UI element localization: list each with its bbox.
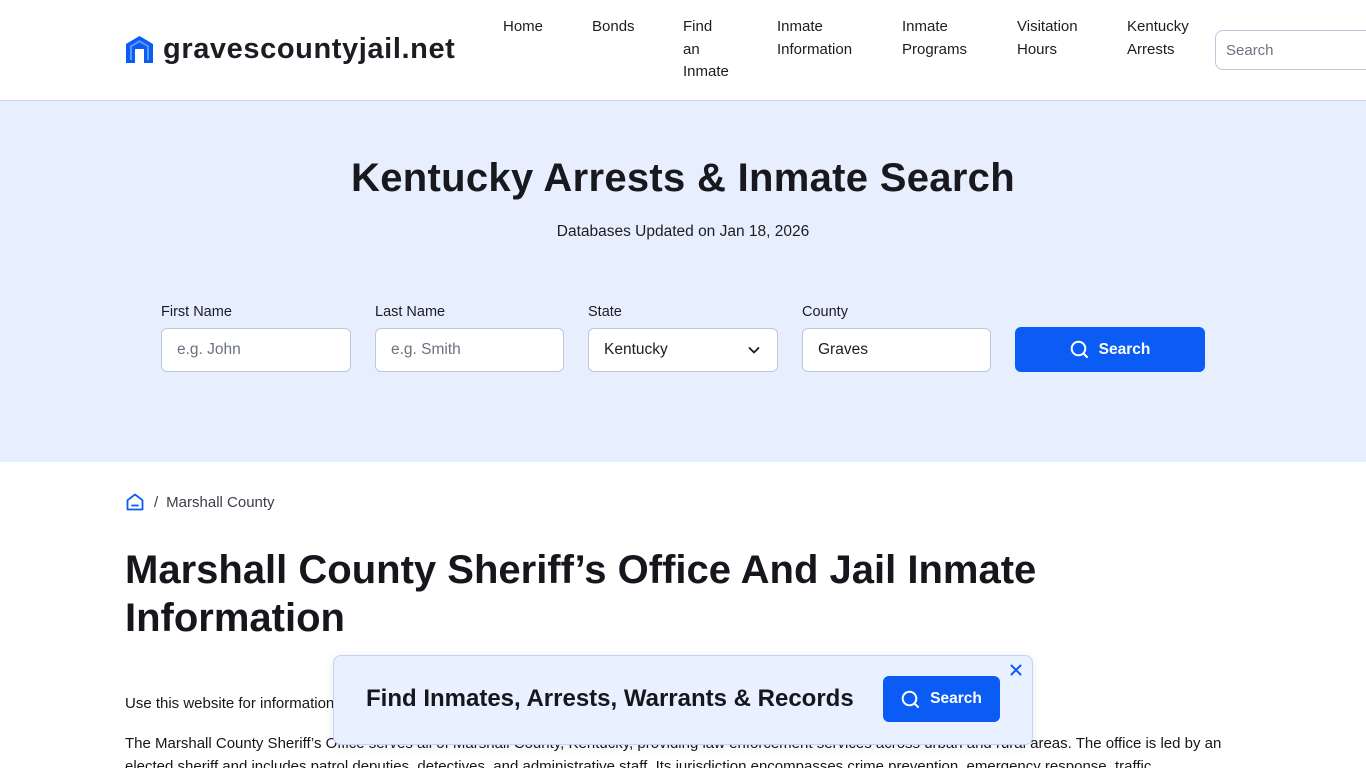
site-logo[interactable]: gravescountyjail.net — [124, 33, 455, 66]
popup-title: Find Inmates, Arrests, Warrants & Record… — [366, 685, 854, 712]
nav-home[interactable]: Home — [503, 16, 563, 39]
records-search-popup: Find Inmates, Arrests, Warrants & Record… — [333, 655, 1033, 745]
county-value: Graves — [818, 341, 868, 358]
logo-house-icon — [126, 36, 153, 63]
chevron-down-icon — [748, 347, 760, 354]
database-updated-text: Databases Updated on Jan 18, 2026 — [556, 223, 810, 240]
home-icon[interactable] — [125, 492, 145, 512]
nav-inmate-information[interactable]: Inmate Information — [777, 16, 873, 61]
state-label: State — [588, 304, 622, 320]
logo-text: gravescountyjail.net — [163, 33, 456, 65]
nav-inmate-programs[interactable]: Inmate Programs — [902, 16, 988, 61]
popup-search-button-label: Search — [930, 690, 982, 707]
county-input[interactable]: Graves — [802, 328, 991, 372]
search-icon — [901, 690, 920, 708]
page-title: Marshall County Sheriff’s Office And Jai… — [125, 548, 1037, 640]
nav-kentucky-arrests[interactable]: Kentucky Arrests — [1127, 16, 1205, 61]
site-header: gravescountyjail.net Home Bonds Find an … — [0, 0, 1366, 101]
nav-find-an-inmate[interactable]: Find an Inmate — [683, 16, 733, 84]
nav-bonds[interactable]: Bonds — [592, 16, 652, 39]
hero-search-section: Kentucky Arrests & Inmate Search Databas… — [0, 101, 1366, 462]
last-name-input[interactable] — [375, 328, 564, 372]
breadcrumb-current: Marshall County — [166, 493, 275, 511]
hero-title: Kentucky Arrests & Inmate Search — [351, 156, 1015, 200]
state-selected-value: Kentucky — [604, 341, 668, 358]
nav-visitation-hours[interactable]: Visitation Hours — [1017, 16, 1099, 61]
close-icon[interactable] — [1006, 660, 1026, 680]
state-select[interactable]: Kentucky — [588, 328, 778, 372]
county-label: County — [802, 304, 848, 320]
popup-search-button[interactable]: Search — [883, 676, 1000, 722]
hero-search-button[interactable]: Search — [1015, 327, 1205, 372]
first-name-label: First Name — [161, 304, 232, 320]
breadcrumb-separator: / — [154, 493, 159, 511]
breadcrumb: / Marshall County — [125, 492, 275, 512]
intro-text: Use this website for information — [125, 695, 335, 712]
hero-search-button-label: Search — [1098, 340, 1151, 358]
last-name-label: Last Name — [375, 304, 446, 320]
search-icon — [1070, 340, 1088, 358]
first-name-input[interactable] — [161, 328, 351, 372]
header-search-input[interactable] — [1215, 30, 1366, 70]
